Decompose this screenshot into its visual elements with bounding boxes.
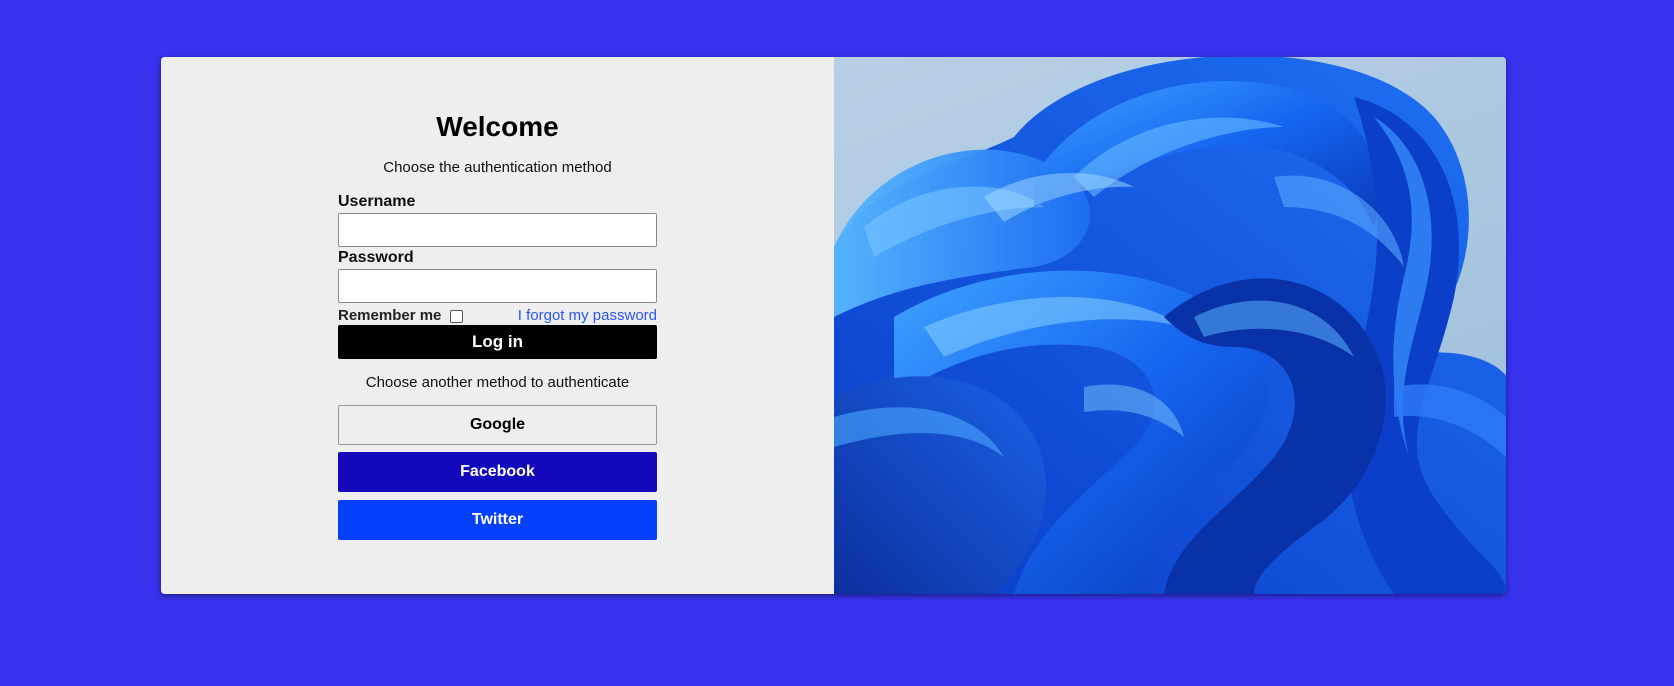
page-title: Welcome	[436, 111, 559, 142]
password-input[interactable]	[338, 269, 657, 303]
username-label: Username	[338, 193, 416, 210]
remember-me-label: Remember me	[338, 306, 442, 324]
alt-auth-text: Choose another method to authenticate	[365, 374, 630, 391]
password-label: Password	[338, 249, 414, 266]
google-login-button[interactable]: Google	[338, 405, 657, 445]
login-card: Welcome Choose the authentication method…	[161, 57, 1506, 594]
login-panel: Welcome Choose the authentication method…	[161, 57, 834, 594]
login-button[interactable]: Log in	[338, 325, 657, 359]
blue-bloom-wallpaper-image	[834, 57, 1506, 594]
remember-row: Remember me I forgot my password	[338, 304, 657, 326]
remember-me-checkbox[interactable]	[450, 310, 464, 323]
twitter-login-button[interactable]: Twitter	[338, 500, 657, 540]
hero-image	[834, 57, 1506, 594]
username-input[interactable]	[338, 213, 657, 247]
facebook-login-button[interactable]: Facebook	[338, 452, 657, 492]
auth-method-subtitle: Choose the authentication method	[383, 159, 612, 176]
forgot-password-link[interactable]: I forgot my password	[518, 307, 657, 324]
